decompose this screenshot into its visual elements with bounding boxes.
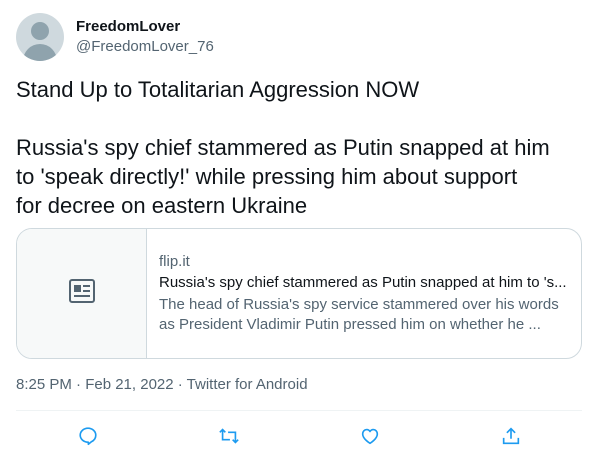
tweet-body-line: to 'speak directly!' while pressing him … — [16, 164, 518, 189]
tweet-meta[interactable]: 8:25 PM · Feb 21, 2022 · Twitter for And… — [16, 375, 308, 395]
action-bar — [16, 411, 582, 459]
retweet-icon[interactable] — [218, 425, 240, 447]
like-icon[interactable] — [359, 425, 381, 447]
user-names: FreedomLover @FreedomLover_76 — [76, 17, 214, 57]
display-name[interactable]: FreedomLover — [76, 17, 214, 37]
card-description: The head of Russia's spy service stammer… — [159, 296, 559, 333]
card-thumbnail — [17, 229, 147, 358]
news-article-icon — [68, 278, 96, 309]
tweet-body-line: Russia's spy chief stammered as Putin sn… — [16, 135, 550, 160]
share-icon[interactable] — [500, 425, 522, 447]
tweet-text: Stand Up to Totalitarian Aggression NOW … — [16, 75, 582, 220]
card-body: flip.it Russia's spy chief stammered as … — [147, 229, 581, 358]
tweet-header: FreedomLover @FreedomLover_76 — [16, 12, 214, 62]
tweet-body-line: for decree on eastern Ukraine — [16, 193, 308, 218]
avatar[interactable] — [16, 13, 64, 61]
tweet: FreedomLover @FreedomLover_76 Stand Up t… — [0, 0, 598, 459]
card-title: Russia's spy chief stammered as Putin sn… — [159, 274, 567, 291]
default-avatar-icon — [31, 22, 49, 40]
user-handle[interactable]: @FreedomLover_76 — [76, 37, 214, 57]
card-domain: flip.it — [159, 253, 190, 270]
link-card[interactable]: flip.it Russia's spy chief stammered as … — [16, 228, 582, 359]
tweet-headline: Stand Up to Totalitarian Aggression NOW — [16, 77, 420, 102]
reply-icon[interactable] — [77, 425, 99, 447]
